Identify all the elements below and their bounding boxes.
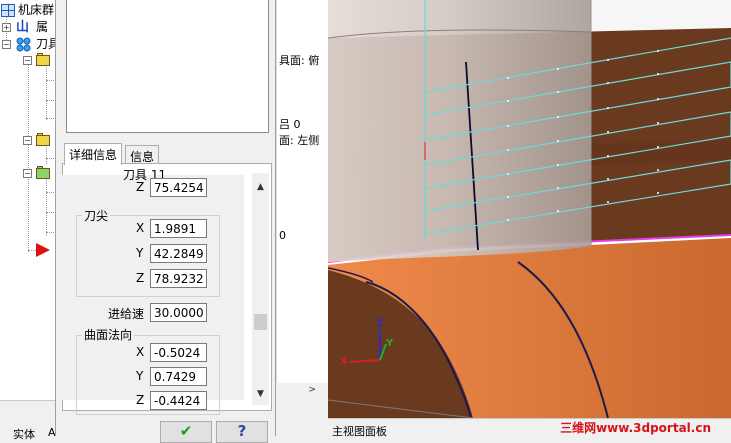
ok-button[interactable]: ✔ (160, 421, 212, 443)
axis-z-label: Z (376, 318, 384, 329)
tip-z-field[interactable]: 78.9232 (150, 269, 207, 288)
tool-info-dialog: 详细信息 信息 刀具 11 Z 75.4254 刀尖 X 1.9891 Y 42… (55, 0, 276, 443)
current-tool-arrow-icon[interactable] (36, 243, 50, 257)
normal-x-field[interactable]: -0.5024 (150, 343, 207, 362)
help-button[interactable]: ? (216, 421, 268, 443)
properties-line: 0 (279, 229, 286, 242)
properties-panel: 具面: 俯 吕 0 面: 左侧 0 (276, 0, 328, 400)
details-scroll-area[interactable]: 刀具 11 Z 75.4254 刀尖 X 1.9891 Y 42.2849 Z … (62, 168, 244, 415)
folder-icon[interactable] (36, 53, 54, 67)
folder-icon[interactable] (36, 133, 54, 147)
normal-x-label: X (136, 345, 145, 359)
expand-icon[interactable]: + (2, 23, 11, 32)
tip-z-label: Z (136, 271, 145, 285)
normal-z-field[interactable]: -0.4424 (150, 391, 207, 410)
properties-line: 具面: 俯 (279, 54, 320, 67)
viewport-status-bar: 主视图面板 三维网www.3dportal.cn (328, 418, 731, 438)
viewport-panel-label: 主视图面板 (332, 425, 387, 438)
tool-list-box[interactable] (66, 0, 269, 133)
normal-z-label: Z (136, 393, 145, 407)
tab-entity[interactable]: 实体 (13, 426, 35, 442)
axis-y-label: Y (386, 338, 394, 349)
collapse-icon[interactable]: − (23, 56, 32, 65)
normal-y-field[interactable]: 0.7429 (150, 367, 207, 386)
top-z-label: Z (136, 180, 145, 194)
scrollbar-thumb[interactable] (254, 314, 267, 330)
properties-line: 吕 0 (279, 118, 301, 131)
watermark: 三维网www.3dportal.cn (560, 421, 711, 435)
machine-icon: 山 (16, 20, 30, 35)
feed-rate-field[interactable]: 30.0000 (150, 303, 207, 322)
folder-open-icon[interactable] (36, 166, 54, 180)
scroll-down-icon[interactable]: ▼ (252, 386, 269, 403)
tab-details[interactable]: 详细信息 (64, 143, 123, 165)
normal-y-label: Y (136, 369, 144, 383)
machine-tree[interactable]: 机床群 + 山 属 − 刀具 − − − (0, 0, 62, 400)
top-z-field[interactable]: 75.4254 (150, 178, 207, 197)
properties-scrollbar[interactable]: > (276, 383, 328, 400)
help-icon: ? (237, 422, 247, 440)
check-icon: ✔ (179, 422, 193, 440)
3d-viewport[interactable]: Z Y X (328, 0, 731, 418)
tab-info[interactable]: 信息 (125, 145, 160, 165)
collapse-icon[interactable]: − (2, 40, 11, 49)
tip-x-field[interactable]: 1.9891 (150, 219, 207, 238)
tool-tip-group-title: 刀尖 (82, 207, 111, 224)
grid-icon (1, 4, 15, 17)
cutting-tool (328, 0, 591, 262)
tip-y-label: Y (136, 246, 144, 260)
chevron-right-icon[interactable]: > (308, 385, 316, 395)
tip-x-label: X (136, 221, 145, 235)
collapse-icon[interactable]: − (23, 136, 32, 145)
axis-x-label: X (340, 356, 348, 367)
details-scrollbar[interactable]: ▲ ▼ (252, 173, 269, 405)
tree-item-label: 属 (36, 20, 49, 34)
scroll-up-icon[interactable]: ▲ (252, 179, 269, 196)
feed-rate-label: 进给速 (108, 307, 145, 321)
tree-item-label: 机床群 (18, 3, 55, 17)
collapse-icon[interactable]: − (23, 169, 32, 178)
properties-line: 面: 左侧 (279, 134, 320, 147)
surface-normal-group-title: 曲面法向 (82, 326, 135, 343)
tree-tab-strip: 实体 A (0, 400, 56, 441)
tool-cluster-icon (16, 37, 31, 52)
tip-y-field[interactable]: 42.2849 (150, 244, 207, 263)
